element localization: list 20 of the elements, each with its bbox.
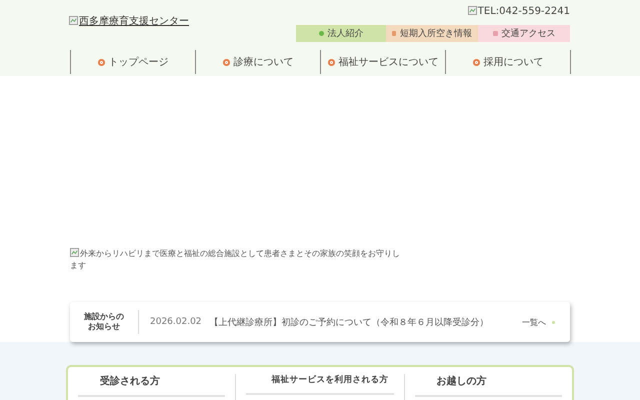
- hero-image-alt-text: 外来からリハビリまで医療と福祉の総合施設として患者さまとその家族の笑顔をお守りします: [70, 248, 401, 272]
- news-link[interactable]: 【上代継診療所】初診のご予約について（令和８年６月以降受診分）: [210, 316, 522, 328]
- phone-number-text: TEL:042-559-2241: [468, 6, 570, 25]
- quick-link[interactable]: 法人紹介: [296, 25, 386, 42]
- broken-image-icon: [70, 248, 79, 257]
- audience-link[interactable]: 福祉サービスを利用される方: [246, 374, 394, 386]
- logo-link[interactable]: 西多摩療育支援センター: [69, 14, 189, 28]
- nav-item[interactable]: 診療について: [196, 50, 321, 74]
- broken-image-icon: [468, 6, 477, 15]
- nav-item[interactable]: 福祉サービスについて: [321, 50, 446, 74]
- nav-item[interactable]: トップページ: [71, 50, 196, 74]
- quick-link[interactable]: 交通アクセス: [478, 25, 570, 42]
- broken-image-icon: [69, 16, 78, 25]
- news-list-link[interactable]: 一覧へ: [522, 316, 546, 328]
- nav-item[interactable]: 採用について: [446, 50, 571, 74]
- audience-link[interactable]: 受診される方: [78, 374, 226, 388]
- news-date: 2026.02.02: [150, 317, 202, 327]
- quick-link[interactable]: 短期入所空き情報: [386, 25, 478, 42]
- news-heading: 施設からのお知らせ: [70, 310, 139, 334]
- audience-link[interactable]: お越しの方: [414, 374, 562, 388]
